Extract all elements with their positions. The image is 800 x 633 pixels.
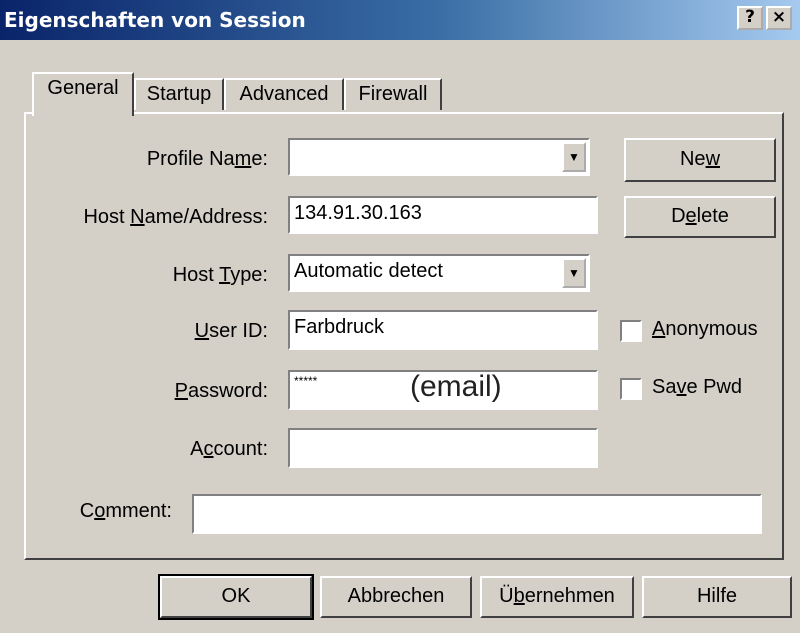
password-annotation: (email) [410,370,502,403]
host-type-value: Automatic detect [294,260,443,282]
delete-button[interactable]: Delete [624,196,776,238]
new-button[interactable]: New [624,138,776,182]
host-name-value: 134.91.30.163 [294,202,422,224]
comment-input[interactable] [192,494,762,534]
cancel-button[interactable]: Abbrechen [320,576,472,618]
save-pwd-checkbox[interactable] [620,378,642,400]
general-panel: Profile Name: ▼ Host Name/Address: 134.9… [24,112,784,560]
host-name-label: Host Name/Address: [83,206,268,228]
profile-name-label: Profile Name: [146,148,268,170]
help-button[interactable]: Hilfe [642,576,792,618]
anonymous-label[interactable]: Anonymous [652,318,758,341]
account-input[interactable] [288,428,598,468]
help-title-button[interactable]: ? [737,6,763,30]
profile-name-combo[interactable]: ▼ [288,138,590,176]
host-type-label: Host Type: [172,264,268,286]
user-id-value: Farbdruck [294,316,385,338]
title-bar: Eigenschaften von Session ? × [0,0,800,40]
account-label: Account: [190,438,268,460]
password-value: ***** [294,374,318,388]
tab-firewall[interactable]: Firewall [344,78,442,110]
triangle-down-icon[interactable]: ▼ [562,258,586,288]
host-type-combo[interactable]: Automatic detect ▼ [288,254,590,292]
close-button[interactable]: × [766,6,792,30]
triangle-down-icon[interactable]: ▼ [562,142,586,172]
host-name-input[interactable]: 134.91.30.163 [288,196,598,234]
user-id-input[interactable]: Farbdruck [288,310,598,350]
comment-label: Comment: [79,500,172,522]
tab-advanced[interactable]: Advanced [224,78,344,110]
window-title: Eigenschaften von Session [4,8,306,32]
user-id-label: User ID: [194,320,268,342]
ok-button[interactable]: OK [158,574,314,620]
password-label: Password: [174,380,268,402]
save-pwd-label[interactable]: Save Pwd [652,376,742,399]
anonymous-checkbox[interactable] [620,320,642,342]
apply-button[interactable]: Übernehmen [480,576,634,618]
tab-startup[interactable]: Startup [134,78,224,110]
tab-general[interactable]: General [32,72,134,116]
